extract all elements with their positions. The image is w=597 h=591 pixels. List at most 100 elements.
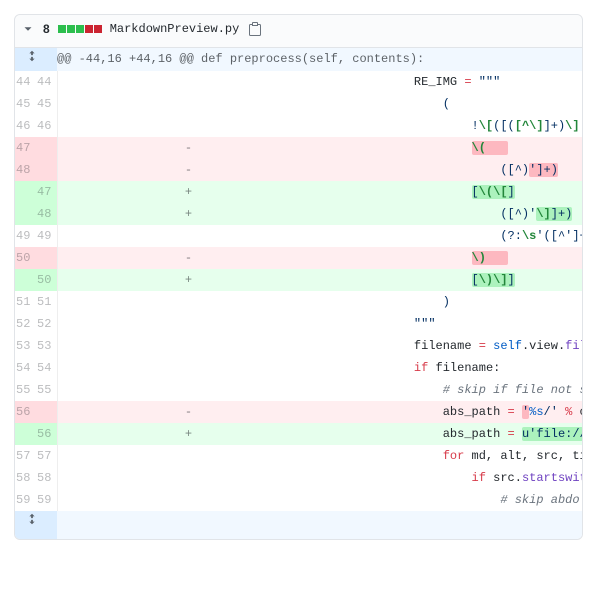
old-line-number[interactable]: 54	[15, 357, 36, 379]
old-line-number[interactable]: 51	[15, 291, 36, 313]
diffstat-square	[67, 25, 75, 33]
code-cell: \) # source end	[320, 247, 583, 269]
filename[interactable]: MarkdownPreview.py	[110, 22, 240, 36]
new-line-number[interactable]: 59	[36, 489, 57, 511]
code-cell: abs_path = u'file://%s/' % os.path.dirna…	[320, 423, 583, 445]
old-line-number[interactable]: 56	[15, 401, 36, 423]
diffstat-square	[85, 25, 93, 33]
diff-marker: +	[57, 423, 320, 445]
old-line-number[interactable]: 49	[15, 225, 36, 247]
code-cell: \( # source start	[320, 137, 583, 159]
new-line-number[interactable]: 45	[36, 93, 57, 115]
code-cell: [\)\]] # source end	[320, 269, 583, 291]
diff-row: 50- \) # source end	[15, 247, 582, 269]
code-cell: ([^)'\]]+) # image path	[320, 203, 583, 225]
code-cell: # skip if file not saved	[320, 379, 583, 401]
diff-marker: -	[57, 159, 320, 181]
old-line-number[interactable]	[15, 269, 36, 291]
new-line-number[interactable]: 48	[36, 203, 57, 225]
new-line-number[interactable]: 55	[36, 379, 57, 401]
diff-row: 5353 filename = self.view.file_name()	[15, 335, 582, 357]
diff-marker: +	[57, 203, 320, 225]
diff-marker	[57, 445, 320, 467]
old-line-number[interactable]: 47	[15, 137, 36, 159]
diff-marker: -	[57, 137, 320, 159]
code-cell: if filename:	[320, 357, 583, 379]
diff-marker	[57, 225, 320, 247]
diff-row: 56+ abs_path = u'file://%s/' % os.path.d…	[15, 423, 582, 445]
new-line-number[interactable]: 52	[36, 313, 57, 335]
new-line-number[interactable]	[36, 247, 57, 269]
clipboard-icon[interactable]	[247, 21, 263, 37]
new-line-number[interactable]: 53	[36, 335, 57, 357]
diff-row: 5151 )	[15, 291, 582, 313]
code-cell: abs_path = '%s/' % os.path.dirname(filen…	[320, 401, 583, 423]
new-line-number[interactable]: 47	[36, 181, 57, 203]
diff-marker	[57, 71, 320, 93]
diff-row: 50+ [\)\]] # source end	[15, 269, 582, 291]
old-line-number[interactable]: 55	[15, 379, 36, 401]
old-line-number[interactable]: 57	[15, 445, 36, 467]
diffstat	[58, 25, 102, 33]
old-line-number[interactable]	[15, 423, 36, 445]
diff-marker	[57, 489, 320, 511]
new-line-number[interactable]: 50	[36, 269, 57, 291]
code-cell: if src.startswith(('http', '/')):	[320, 467, 583, 489]
diff-marker: +	[57, 269, 320, 291]
diffstat-square	[94, 25, 102, 33]
diff-row: 48+ ([^)'\]]+) # image path	[15, 203, 582, 225]
expand-icon[interactable]	[15, 48, 57, 71]
code-cell: """	[320, 313, 583, 335]
diff-marker	[57, 115, 320, 137]
new-line-number[interactable]: 44	[36, 71, 57, 93]
old-line-number[interactable]: 53	[15, 335, 36, 357]
expand-row	[15, 511, 582, 539]
diff-row: 5959 # skip abdolute paths	[15, 489, 582, 511]
new-line-number[interactable]: 56	[36, 423, 57, 445]
code-cell: RE_IMG = """	[320, 71, 583, 93]
diff-marker	[57, 379, 320, 401]
old-line-number[interactable]: 50	[15, 247, 36, 269]
diff-table: @@ -44,16 +44,16 @@ def preprocess(self,…	[15, 48, 582, 539]
old-line-number[interactable]: 45	[15, 93, 36, 115]
diff-marker: -	[57, 247, 320, 269]
new-line-number[interactable]	[36, 159, 57, 181]
new-line-number[interactable]	[36, 401, 57, 423]
diff-marker	[57, 357, 320, 379]
diff-marker	[57, 467, 320, 489]
old-line-number[interactable]: 46	[15, 115, 36, 137]
code-cell: [\(\[] # source start	[320, 181, 583, 203]
diff-row: 56- abs_path = '%s/' % os.path.dirname(f…	[15, 401, 582, 423]
diff-row: 5757 for md, alt, src, title in re.finda…	[15, 445, 582, 467]
new-line-number[interactable]: 57	[36, 445, 57, 467]
change-count: 8	[43, 22, 50, 36]
code-cell: (	[320, 93, 583, 115]
old-line-number[interactable]: 48	[15, 159, 36, 181]
chevron-down-icon[interactable]	[21, 22, 35, 36]
file-header: 8 MarkdownPreview.py	[15, 15, 582, 48]
old-line-number[interactable]	[15, 203, 36, 225]
old-line-number[interactable]	[15, 181, 36, 203]
diff-row: 4444 RE_IMG = """	[15, 71, 582, 93]
diff-row: 5858 if src.startswith(('http', '/')):	[15, 467, 582, 489]
code-cell: ([^)']+) # image path	[320, 159, 583, 181]
diff-row: 47- \( # source start	[15, 137, 582, 159]
hunk-header: @@ -44,16 +44,16 @@ def preprocess(self,…	[15, 48, 582, 71]
old-line-number[interactable]: 59	[15, 489, 36, 511]
diff-marker	[57, 93, 320, 115]
old-line-number[interactable]: 52	[15, 313, 36, 335]
new-line-number[interactable]	[36, 137, 57, 159]
new-line-number[interactable]: 58	[36, 467, 57, 489]
expand-down-icon[interactable]	[15, 511, 57, 539]
diffstat-square	[58, 25, 66, 33]
code-cell: for md, alt, src, title in re.findall(RE…	[320, 445, 583, 467]
diff-row: 4949 (?:\s'([^']+)')? # optional title	[15, 225, 582, 247]
new-line-number[interactable]: 49	[36, 225, 57, 247]
new-line-number[interactable]: 51	[36, 291, 57, 313]
new-line-number[interactable]: 54	[36, 357, 57, 379]
old-line-number[interactable]: 44	[15, 71, 36, 93]
hunk-text: @@ -44,16 +44,16 @@ def preprocess(self,…	[57, 48, 582, 71]
new-line-number[interactable]: 46	[36, 115, 57, 137]
old-line-number[interactable]: 58	[15, 467, 36, 489]
diff-row: 47+ [\(\[] # source start	[15, 181, 582, 203]
